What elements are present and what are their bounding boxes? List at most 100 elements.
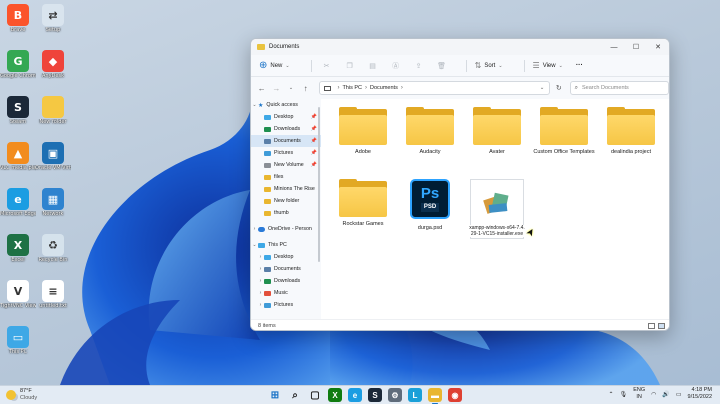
task-view-button[interactable]: ▢: [308, 388, 322, 402]
desktop-icon[interactable]: ◆ AnyDesk: [35, 50, 71, 79]
desktop-icon[interactable]: B Brave: [0, 4, 36, 33]
nav-quick-item[interactable]: Downloads 📌: [251, 123, 321, 135]
address-bar[interactable]: › This PC › Documents › ⌄: [319, 81, 551, 95]
start-button[interactable]: ⊞: [268, 388, 282, 402]
desktop-icon[interactable]: ⇄ Setup: [35, 4, 71, 33]
desktop-icon[interactable]: VTightVNC Viewer: [0, 280, 36, 309]
desktop-icon[interactable]: ▭ This PC: [0, 326, 36, 355]
cut-icon[interactable]: ✂: [320, 59, 334, 73]
nav-quick-item[interactable]: New folder: [251, 195, 321, 207]
nav-quick-item[interactable]: thumb: [251, 207, 321, 219]
nav-pc-item[interactable]: › Pictures: [251, 299, 321, 311]
volume-icon[interactable]: 🔊: [662, 391, 669, 398]
settings-app[interactable]: ⚙: [388, 388, 402, 402]
desktop-icon[interactable]: ▣Oracle VM VirtualBox: [35, 142, 71, 171]
nav-quick-item[interactable]: Desktop 📌: [251, 111, 321, 123]
back-button[interactable]: ←: [255, 81, 269, 95]
desktop-icon[interactable]: New folder: [35, 96, 71, 125]
folder-item[interactable]: Rockstar Games: [331, 179, 395, 228]
nav-quick-item[interactable]: Pictures 📌: [251, 147, 321, 159]
folder-item[interactable]: Custom Office Templates: [532, 107, 596, 156]
nav-onedrive[interactable]: › OneDrive - Person: [251, 223, 321, 235]
sort-button[interactable]: ⇅ Sort ⌄: [475, 61, 506, 70]
chevron-down-icon[interactable]: ⌄: [251, 102, 258, 108]
search-input[interactable]: Search Documents: [582, 85, 629, 91]
weather-widget[interactable]: 87°F Cloudy: [6, 388, 37, 402]
up-button[interactable]: ↑: [299, 81, 313, 95]
nav-quick-item[interactable]: Documents 📌: [251, 135, 321, 147]
desktop-icon-label: VLC media player: [0, 165, 36, 171]
copy-icon[interactable]: ❐: [343, 59, 357, 73]
folder-item[interactable]: Adobe: [331, 107, 395, 156]
nav-pc-item[interactable]: › Documents: [251, 263, 321, 275]
nav-this-pc[interactable]: ⌄ This PC: [251, 239, 321, 251]
desktop-icon[interactable]: X Excel: [0, 234, 36, 263]
item-name: Avater: [489, 149, 505, 155]
nav-pc-item[interactable]: › Desktop: [251, 251, 321, 263]
chevron-right-icon[interactable]: ›: [257, 302, 264, 308]
breadcrumb-documents[interactable]: Documents: [370, 85, 398, 91]
language-indicator[interactable]: ENG IN: [633, 387, 645, 401]
refresh-icon[interactable]: ↻: [552, 81, 566, 95]
breadcrumb-this-pc[interactable]: This PC: [342, 85, 362, 91]
large-icons-view-icon[interactable]: [658, 323, 665, 329]
steam-app[interactable]: S: [368, 388, 382, 402]
edge-app[interactable]: e: [348, 388, 362, 402]
desktop-icon[interactable]: e Microsoft Edge: [0, 188, 36, 217]
delete-icon[interactable]: 🗑: [435, 59, 449, 73]
nav-quick-access[interactable]: ⌄ ★ Quick access: [251, 99, 321, 111]
clock[interactable]: 4:18 PM 9/15/2022: [688, 387, 712, 401]
folder-item[interactable]: Audacity: [398, 107, 462, 156]
new-button[interactable]: ⊕ New ⌄: [259, 60, 293, 71]
chevron-right-icon[interactable]: ›: [257, 266, 264, 272]
chevron-down-icon[interactable]: ⌄: [251, 242, 258, 248]
chevron-right-icon[interactable]: ›: [257, 254, 264, 260]
nav-pc-item[interactable]: › Downloads: [251, 275, 321, 287]
nav-scrollbar[interactable]: [318, 107, 320, 262]
file-explorer-app[interactable]: ▬: [428, 388, 442, 404]
app-icon: X: [7, 234, 29, 256]
chevron-right-icon[interactable]: ›: [257, 278, 264, 284]
file-item[interactable]: xampp-windows-x64-7.4.29-1-VC15-installe…: [469, 179, 538, 239]
forward-button[interactable]: →: [270, 81, 284, 95]
close-button[interactable]: ✕: [647, 39, 669, 55]
view-button[interactable]: ☰ View ⌄: [533, 61, 566, 70]
weather-temp: 87°F: [20, 388, 32, 394]
desktop-icon[interactable]: ▲VLC media player: [0, 142, 36, 171]
desktop-icon[interactable]: ♻ Recycle Bin: [35, 234, 71, 263]
more-options-button[interactable]: ···: [576, 62, 583, 69]
desktop-icon[interactable]: ▦ Network: [35, 188, 71, 217]
details-view-icon[interactable]: [648, 323, 655, 329]
chevron-right-icon[interactable]: ›: [257, 290, 264, 296]
chrome-app[interactable]: ◉: [448, 388, 462, 402]
nav-quick-item[interactable]: New Volume 📌: [251, 159, 321, 171]
rename-icon[interactable]: Ⓐ: [389, 59, 403, 73]
file-explorer-window[interactable]: Documents — ☐ ✕ ⊕ New ⌄ ✂ ❐ ▤ Ⓐ ⇪ 🗑 ⇅ So…: [250, 38, 670, 331]
file-item[interactable]: Ps PSD durga.psd: [398, 179, 462, 232]
title-bar[interactable]: Documents — ☐ ✕: [251, 39, 669, 55]
nav-quick-item[interactable]: files: [251, 171, 321, 183]
maximize-button[interactable]: ☐: [625, 39, 647, 55]
nav-quick-item[interactable]: Minions The Rise: [251, 183, 321, 195]
desktop-icon[interactable]: G Google Chrome: [0, 50, 36, 79]
desktop-icon[interactable]: S Steam: [0, 96, 36, 125]
folder-item[interactable]: Avater: [465, 107, 529, 156]
search-button[interactable]: ⌕: [288, 388, 302, 402]
wifi-icon[interactable]: ◠: [651, 391, 656, 398]
search-box[interactable]: ⌕ Search Documents: [569, 81, 669, 95]
minimize-button[interactable]: —: [603, 39, 625, 55]
address-dropdown-icon[interactable]: ⌄: [535, 85, 549, 91]
nav-pc-item[interactable]: › Music: [251, 287, 321, 299]
chevron-up-icon[interactable]: ⌃: [609, 391, 614, 398]
paste-icon[interactable]: ▤: [366, 59, 380, 73]
recent-locations-button[interactable]: ⌄: [284, 81, 298, 95]
share-icon[interactable]: ⇪: [412, 59, 426, 73]
desktop-icon[interactable]: ≡ untitled.txt: [35, 280, 71, 309]
chevron-right-icon[interactable]: ›: [251, 226, 258, 232]
folder-item[interactable]: dealindia project: [599, 107, 663, 156]
app-icon: S: [7, 96, 29, 118]
launcher-app[interactable]: L: [408, 388, 422, 402]
microphone-icon[interactable]: 🎙: [620, 391, 628, 398]
xbox-app[interactable]: X: [328, 388, 342, 402]
battery-icon[interactable]: ▭: [676, 391, 682, 398]
